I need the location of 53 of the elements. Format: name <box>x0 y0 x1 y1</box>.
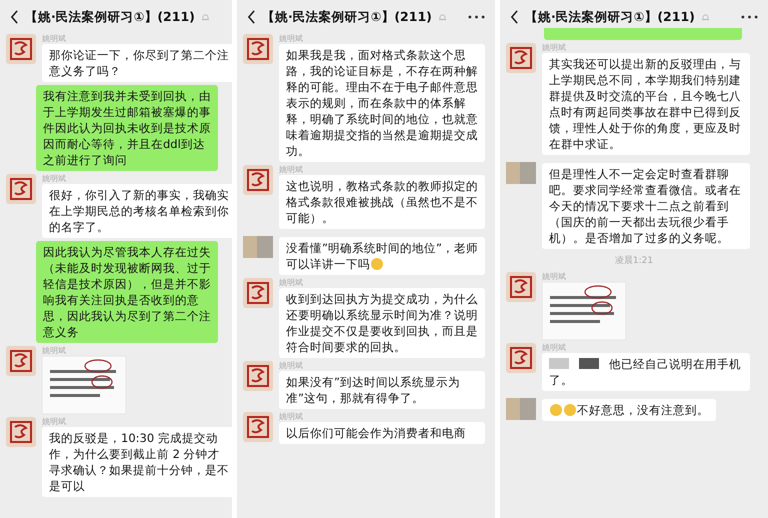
bell-icon <box>200 12 210 22</box>
avatar[interactable] <box>506 43 536 73</box>
sender-name: 姚明斌 <box>42 174 66 184</box>
sender-name: 姚明斌 <box>42 417 66 427</box>
sender-name: 姚明斌 <box>42 346 66 356</box>
sender-name: 姚明斌 <box>279 412 303 422</box>
sender-name: 姚明斌 <box>542 343 566 353</box>
avatar[interactable] <box>243 165 273 195</box>
message-bubble: 很好，你引入了新的事实，我确实在上学期民总的考核名单检索到你的名字了。 <box>42 184 232 238</box>
back-icon[interactable] <box>510 10 519 24</box>
sender-name: 姚明斌 <box>542 272 566 282</box>
message-bubble: 但是理性人不一定会定时查看群聊吧。要求同学经常查看微信。或者在今天的情况下要求十二点之前看到（国庆的前一天都出去玩很少看手机）。是否增加了过多的义务呢。 <box>542 163 750 249</box>
message-bubble: 因此我认为尽管我本人存在过失（未能及时发现被断网我、过于轻信是技术原因），但是并不影响我有关注回执是否收到的意思，因此我认为尽到了第二个注意义务 <box>36 241 218 343</box>
avatar[interactable] <box>6 346 36 376</box>
sender-name: 姚明斌 <box>542 43 566 53</box>
back-icon[interactable] <box>247 10 256 24</box>
avatar[interactable] <box>243 412 273 442</box>
avatar[interactable] <box>243 278 273 308</box>
avatar[interactable] <box>243 361 273 391</box>
message-bubble: 那你论证一下，你尽到了第二个注意义务了吗？ <box>42 44 232 82</box>
message-bubble: 我有注意到我并未受到回执，由于上学期发生过邮箱被塞爆的事件因此认为回执未收到是技术原因而耐心等待，并且在ddl到达之前进行了询问 <box>36 85 218 171</box>
timestamp: 凌晨1:21 <box>614 254 654 268</box>
avatar[interactable] <box>506 343 536 373</box>
avatar[interactable] <box>6 174 36 204</box>
message-bubble: 这也说明，教格式条款的教师拟定的格式条款很难被挑战（虽然也不是不可能）。 <box>279 175 485 229</box>
sender-name: 姚明斌 <box>42 34 66 44</box>
back-icon[interactable] <box>10 10 19 24</box>
message-bubble: 不好意思，没有注意到。 <box>542 399 716 421</box>
sender-name: 姚明斌 <box>279 278 303 288</box>
avatar[interactable] <box>243 34 273 64</box>
message-bubble: 他已经自己说明在用手机了。 <box>542 353 750 391</box>
sender-name: 姚明斌 <box>279 34 303 44</box>
message-bubble: 其实我还可以提出新的反驳理由，与上学期民总不同，本学期我们特别建群提供及时交流的平台，且今晚七八点时有两起同类事故在群中已得到反馈，理性人处于你的角度，更应及时在群中求证。 <box>542 53 750 155</box>
message-bubble: 以后你们可能会作为消费者和电商 <box>279 422 485 444</box>
chat-title: 【姚·民法案例研习①】(211) <box>525 8 695 26</box>
message-bubble: 我的反驳是，10:30 完成提交动作，为什么要到截止前 2 分钟才寻求确认？如果提前十分钟，是不是可以 <box>42 427 232 497</box>
chat-title: 【姚·民法案例研习①】(211) <box>262 8 432 26</box>
avatar[interactable] <box>6 417 36 447</box>
more-icon[interactable] <box>741 15 758 19</box>
chat-title: 【姚·民法案例研习①】(211) <box>25 8 195 26</box>
sender-name: 姚明斌 <box>279 361 303 371</box>
more-icon[interactable] <box>468 15 485 19</box>
message-bubble: 如果没有”到达时间以系统显示为准”这句，那就有得争了。 <box>279 371 485 409</box>
sender-name: 姚明斌 <box>279 165 303 175</box>
bell-icon <box>438 12 447 22</box>
bell-icon <box>700 12 710 22</box>
message-bubble: 没看懂”明确系统时间的地位”，老师可以详讲一下吗 <box>279 237 485 275</box>
avatar[interactable] <box>506 272 536 302</box>
avatar[interactable] <box>6 34 36 64</box>
screenshot-thumbnail[interactable] <box>542 282 626 340</box>
message-bubble: 收到到达回执方为提交成功，为什么还要明确以系统显示时间为准？说明作业提交不仅是要收到回执，而且是符合时间要求的回执。 <box>279 288 485 358</box>
message-bubble: 如果我是我，面对格式条款这个思路，我的论证目标是，不存在两种解释的可能。理由不在于电子邮件意思表示的规则，而在条款中的体系解释，明确了系统时间的地位，也就意味着逾期提交指的当然是逾期提交成功。 <box>279 44 485 162</box>
screenshot-thumbnail[interactable] <box>42 356 126 414</box>
